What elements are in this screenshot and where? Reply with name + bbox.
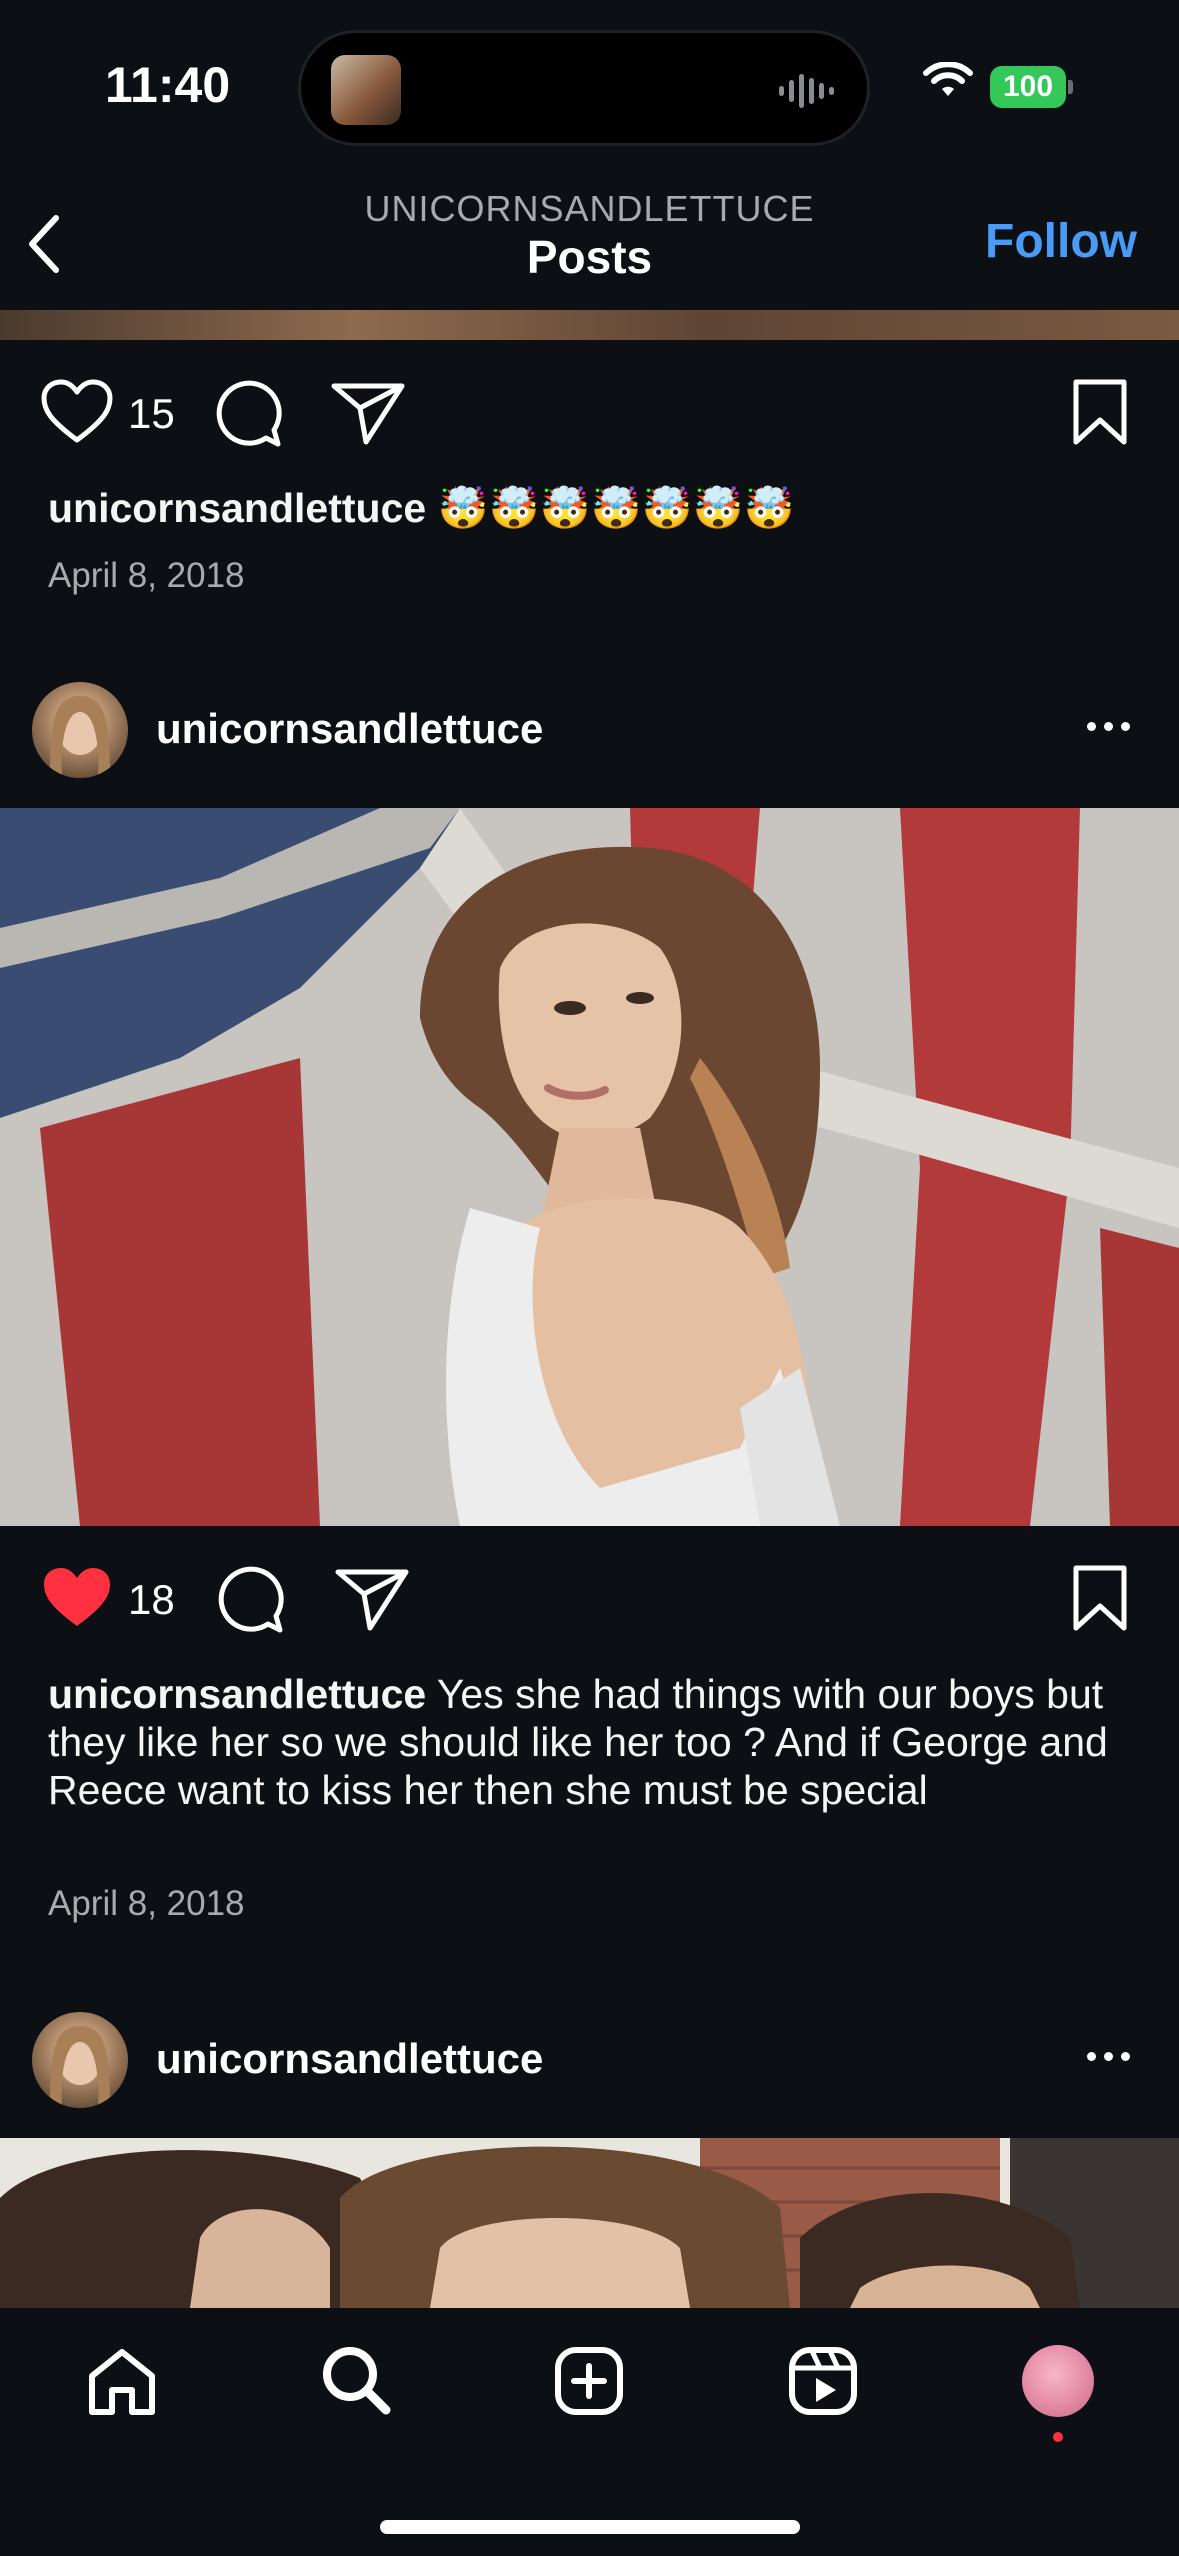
share-button[interactable]	[330, 380, 406, 446]
battery-indicator: 100	[990, 66, 1066, 108]
tab-search[interactable]	[320, 2344, 392, 2416]
avatar[interactable]	[32, 682, 128, 778]
caption-username[interactable]: unicornsandlettuce	[48, 485, 426, 531]
bookmark-icon	[1073, 379, 1127, 445]
home-icon	[89, 2349, 155, 2415]
comment-icon	[218, 1566, 284, 1633]
heart-filled-icon	[44, 1568, 110, 1626]
dynamic-island[interactable]	[298, 30, 870, 146]
avatar[interactable]	[32, 2012, 128, 2108]
post-date: April 8, 2018	[48, 556, 245, 595]
create-icon	[555, 2347, 623, 2415]
post-date: April 8, 2018	[48, 1884, 245, 1923]
post-photo-previous[interactable]	[0, 310, 1179, 340]
post-caption: unicornsandlettuce 🤯🤯🤯🤯🤯🤯🤯	[48, 484, 1138, 532]
post-photo[interactable]	[0, 808, 1179, 1526]
save-button[interactable]	[1072, 1564, 1128, 1632]
heart-icon	[41, 379, 113, 443]
status-time: 11:40	[105, 57, 231, 113]
now-playing-artwork	[331, 55, 401, 125]
post-username[interactable]: unicornsandlettuce	[156, 2035, 543, 2083]
like-button[interactable]	[40, 378, 114, 444]
like-count[interactable]: 18	[128, 1576, 175, 1624]
post-photo[interactable]	[0, 2138, 1179, 2308]
share-icon	[335, 1569, 409, 1631]
comment-button[interactable]	[214, 378, 284, 448]
search-icon	[323, 2347, 391, 2415]
more-options-button[interactable]	[1083, 2048, 1143, 2068]
comment-button[interactable]	[216, 1564, 286, 1634]
share-button[interactable]	[334, 1566, 410, 1632]
caption-username[interactable]: unicornsandlettuce	[48, 1671, 426, 1717]
bookmark-icon	[1073, 1565, 1127, 1631]
battery-tip	[1068, 80, 1073, 94]
like-count[interactable]: 15	[128, 390, 175, 438]
follow-button[interactable]: Follow	[985, 214, 1137, 269]
like-button[interactable]	[40, 1564, 114, 1630]
audio-waveform-icon	[777, 69, 841, 113]
more-options-button[interactable]	[1083, 718, 1143, 738]
tab-reels[interactable]	[788, 2346, 858, 2416]
comment-icon	[216, 380, 282, 447]
tab-create[interactable]	[554, 2346, 624, 2416]
tab-profile[interactable]	[1022, 2345, 1094, 2417]
home-indicator[interactable]	[380, 2520, 800, 2534]
post-caption: unicornsandlettuce Yes she had things wi…	[48, 1670, 1138, 1814]
caption-text: 🤯🤯🤯🤯🤯🤯🤯	[426, 485, 795, 531]
save-button[interactable]	[1072, 378, 1128, 446]
wifi-icon	[922, 62, 974, 102]
tab-home[interactable]	[86, 2346, 158, 2416]
notification-dot	[1053, 2432, 1063, 2442]
post-username[interactable]: unicornsandlettuce	[156, 705, 543, 753]
reels-icon	[789, 2347, 857, 2415]
share-icon	[331, 383, 405, 445]
